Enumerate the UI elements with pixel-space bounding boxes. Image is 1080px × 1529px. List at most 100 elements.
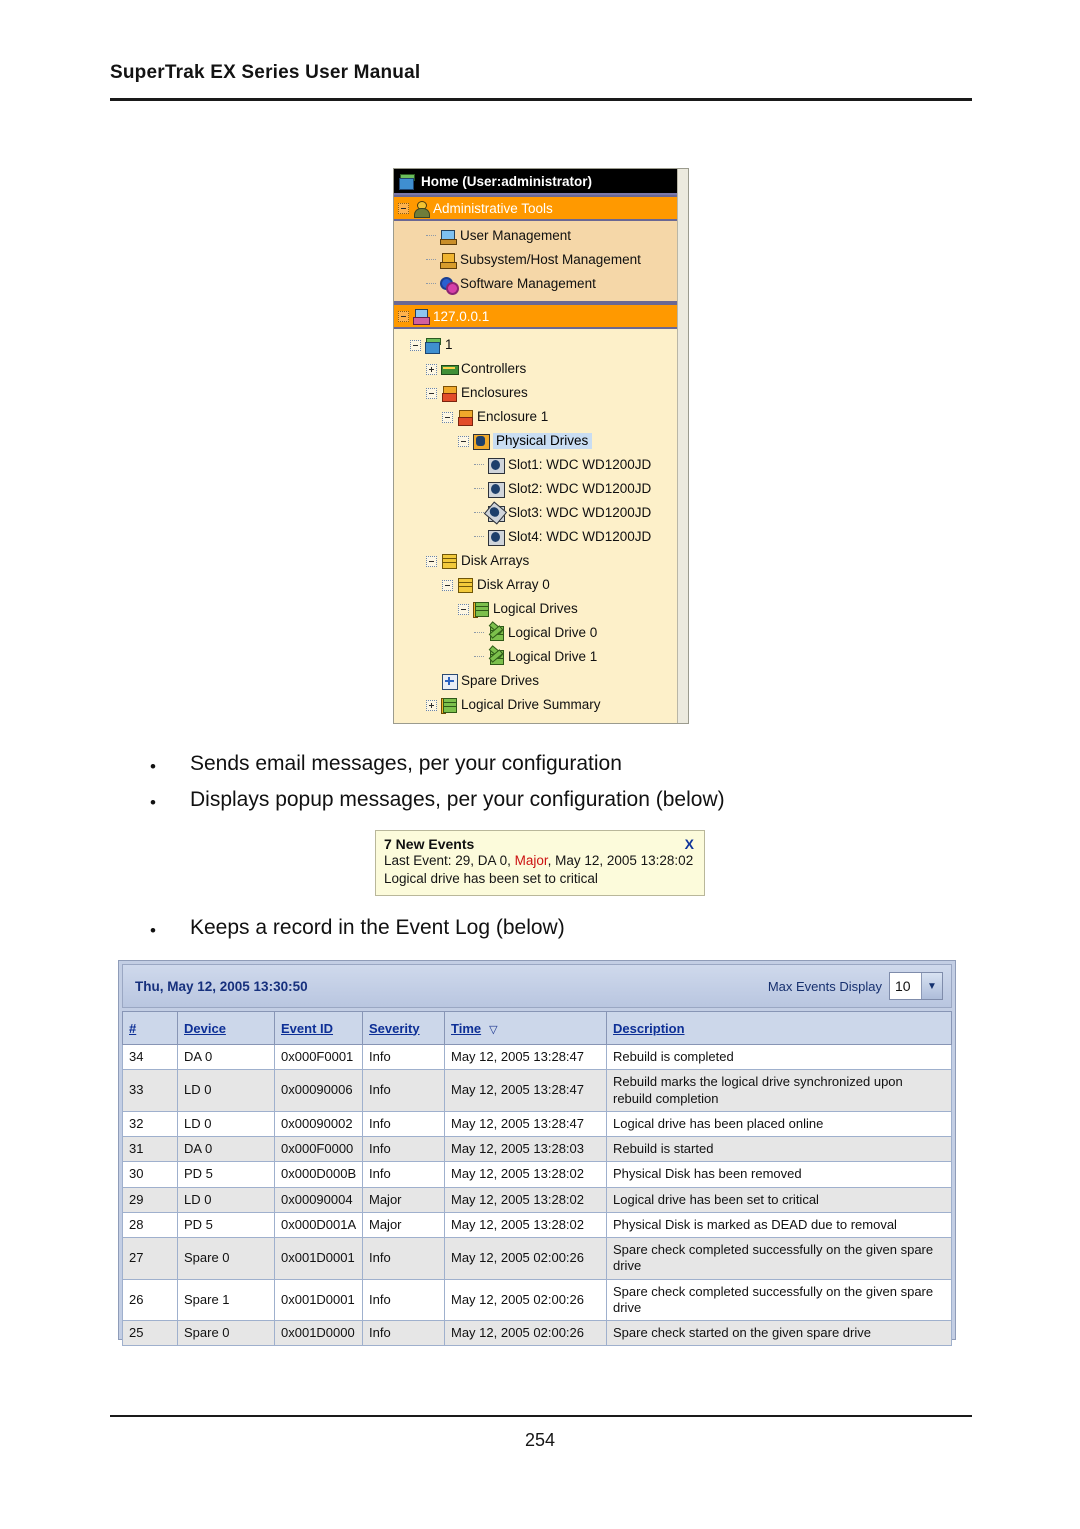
collapse-toggle-icon[interactable] (410, 339, 421, 351)
tree-vertical-scrollbar[interactable] (677, 169, 688, 723)
tree-node-host-127-0-0-1[interactable]: 127.0.0.1 (394, 303, 677, 329)
event-id: 0x00090006 (274, 1069, 363, 1112)
enclosure-icon (441, 385, 457, 402)
event-description: Physical Disk is marked as DEAD due to r… (606, 1211, 952, 1239)
event-severity: Major (362, 1211, 445, 1239)
tree-node-disk-arrays[interactable]: Disk Arrays (394, 549, 677, 573)
event-device: Spare 0 (177, 1237, 275, 1280)
tree-node-subsystem-host-management[interactable]: Subsystem/Host Management (394, 248, 677, 272)
tree-node-administrative-tools[interactable]: Administrative Tools (394, 195, 677, 221)
table-row[interactable]: 30 PD 5 0x000D000B Info May 12, 2005 13:28:0… (122, 1161, 952, 1188)
logical-drives-icon (473, 601, 489, 618)
collapse-toggle-icon[interactable] (458, 435, 469, 447)
tree-connector (474, 464, 484, 466)
table-row[interactable]: 28 PD 5 0x000D001A Major May 12, 2005 13:28:… (122, 1211, 952, 1239)
error-x-icon (487, 620, 505, 642)
tree-node-label: Controllers (461, 361, 527, 377)
event-number: 28 (122, 1211, 178, 1239)
tree-node-slot4[interactable]: Slot4: WDC WD1200JD (394, 525, 677, 549)
collapse-toggle-icon[interactable] (426, 387, 437, 399)
tree-node-slot3[interactable]: Slot3: WDC WD1200JD (394, 500, 677, 525)
collapse-toggle-icon[interactable] (398, 202, 409, 214)
expand-toggle-icon[interactable] (426, 363, 437, 375)
collapse-toggle-icon[interactable] (398, 310, 409, 322)
tree-node-user-management[interactable]: User Management (394, 224, 677, 248)
tree-content: Home (User:administrator) Administrative… (394, 169, 677, 723)
tree-node-logical-drive-1[interactable]: Logical Drive 1 (394, 644, 677, 669)
event-device: LD 0 (177, 1110, 275, 1138)
tree-node-slot2[interactable]: Slot2: WDC WD1200JD (394, 477, 677, 501)
tree-title-label: Home (User:administrator) (421, 173, 593, 189)
tree-node-label: Logical Drive 0 (508, 625, 598, 641)
column-header-event-id[interactable]: Event ID (274, 1011, 363, 1045)
bullet-item-email: • Sends email messages, per your configu… (150, 752, 622, 777)
tree-node-enclosure-1[interactable]: Enclosure 1 (394, 405, 677, 429)
column-header-description[interactable]: Description (606, 1011, 952, 1045)
table-row[interactable]: 25 Spare 0 0x001D0000 Info May 12, 2005 02:0… (122, 1319, 952, 1347)
table-row[interactable]: 34 DA 0 0x000F0001 Info May 12, 2005 13:28:4… (122, 1043, 952, 1071)
tree-node-label: User Management (460, 228, 572, 244)
table-row[interactable]: 33 LD 0 0x00090006 Info May 12, 2005 13:28:4… (122, 1069, 952, 1112)
popup-title: 7 New Events (384, 836, 475, 852)
tree-node-label: Subsystem/Host Management (460, 252, 641, 268)
tree-node-spare-drives[interactable]: Spare Drives (394, 669, 677, 693)
collapse-toggle-icon[interactable] (442, 579, 453, 591)
tree-node-label: Disk Array 0 (477, 577, 550, 593)
event-number: 30 (122, 1161, 178, 1188)
table-row[interactable]: 29 LD 0 0x00090004 Major May 12, 2005 13:28:… (122, 1186, 952, 1213)
event-device: LD 0 (177, 1069, 275, 1112)
tree-node-controllers[interactable]: Controllers (394, 357, 677, 381)
bullet-item-popup: • Displays popup messages, per your conf… (150, 788, 725, 813)
popup-message: Logical drive has been set to critical (384, 871, 598, 887)
table-row[interactable]: 32 LD 0 0x00090002 Info May 12, 2005 13:28:4… (122, 1110, 952, 1138)
gears-icon (440, 276, 459, 295)
collapse-toggle-icon[interactable] (458, 603, 469, 615)
logical-drive-error-icon (487, 620, 505, 642)
management-tree-panel: Home (User:administrator) Administrative… (393, 168, 689, 724)
logical-drive-error-icon (488, 644, 504, 665)
event-description: Spare check completed successfully on th… (606, 1278, 952, 1321)
popup-header: 7 New Events X (384, 836, 696, 852)
max-events-select[interactable]: 10 ▼ (889, 972, 943, 1000)
event-description: Spare check started on the given spare d… (606, 1319, 952, 1347)
tree-node-logical-drive-0[interactable]: Logical Drive 0 (394, 620, 677, 645)
column-header-number[interactable]: # (122, 1011, 178, 1045)
table-header-row: # Device Event ID Severity Time ▽ Descrip… (122, 1011, 952, 1045)
event-number: 32 (122, 1110, 178, 1138)
tree-node-software-management[interactable]: Software Management (394, 272, 677, 296)
new-events-popup[interactable]: 7 New Events X Last Event: 29, DA 0, Maj… (375, 830, 705, 896)
subsystem-host-icon (440, 252, 457, 269)
event-log-rows: 34 DA 0 0x000F0001 Info May 12, 2005 13:28:4… (122, 1043, 952, 1347)
tree-node-physical-drives[interactable]: Physical Drives (394, 429, 677, 453)
event-time: May 12, 2005 13:28:03 (444, 1135, 607, 1163)
tree-node-enclosures[interactable]: Enclosures (394, 381, 677, 405)
column-header-time[interactable]: Time ▽ (444, 1011, 607, 1045)
tree-node-logical-drive-summary[interactable]: Logical Drive Summary (394, 693, 677, 717)
administrative-tools-children: User Management Subsystem/Host Managemen… (394, 221, 677, 303)
tree-node-label: Slot1: WDC WD1200JD (508, 457, 652, 473)
table-row[interactable]: 27 Spare 0 0x001D0001 Info May 12, 2005 02:0… (122, 1237, 952, 1280)
host-children: 1 Controllers Enclosures Enclosure 1 Phy… (394, 329, 677, 717)
popup-severity-badge: Major (514, 853, 548, 868)
table-row[interactable]: 31 DA 0 0x000F0000 Info May 12, 2005 13:28:0… (122, 1135, 952, 1163)
column-header-severity[interactable]: Severity (362, 1011, 445, 1045)
tree-node-logical-drives[interactable]: Logical Drives (394, 597, 677, 621)
tree-node-label: Physical Drives (493, 432, 593, 450)
tree-node-disk-array-0[interactable]: Disk Array 0 (394, 573, 677, 597)
table-row[interactable]: 26 Spare 1 0x001D0001 Info May 12, 2005 02:0… (122, 1278, 952, 1321)
column-header-device[interactable]: Device (177, 1011, 275, 1045)
chevron-down-icon[interactable]: ▼ (921, 973, 942, 999)
disk-array-icon (457, 577, 473, 593)
tree-node-label: Slot3: WDC WD1200JD (508, 505, 652, 521)
tree-node-subsystem-1[interactable]: 1 (394, 333, 677, 357)
collapse-toggle-icon[interactable] (442, 411, 453, 423)
tree-connector (426, 259, 436, 261)
expand-toggle-icon[interactable] (426, 699, 437, 711)
event-device: PD 5 (177, 1211, 275, 1239)
tree-node-label: Administrative Tools (433, 200, 553, 216)
tree-node-slot1[interactable]: Slot1: WDC WD1200JD (394, 453, 677, 477)
close-icon[interactable]: X (685, 836, 696, 852)
event-severity: Info (362, 1319, 445, 1347)
collapse-toggle-icon[interactable] (426, 555, 437, 567)
event-severity: Info (362, 1110, 445, 1138)
